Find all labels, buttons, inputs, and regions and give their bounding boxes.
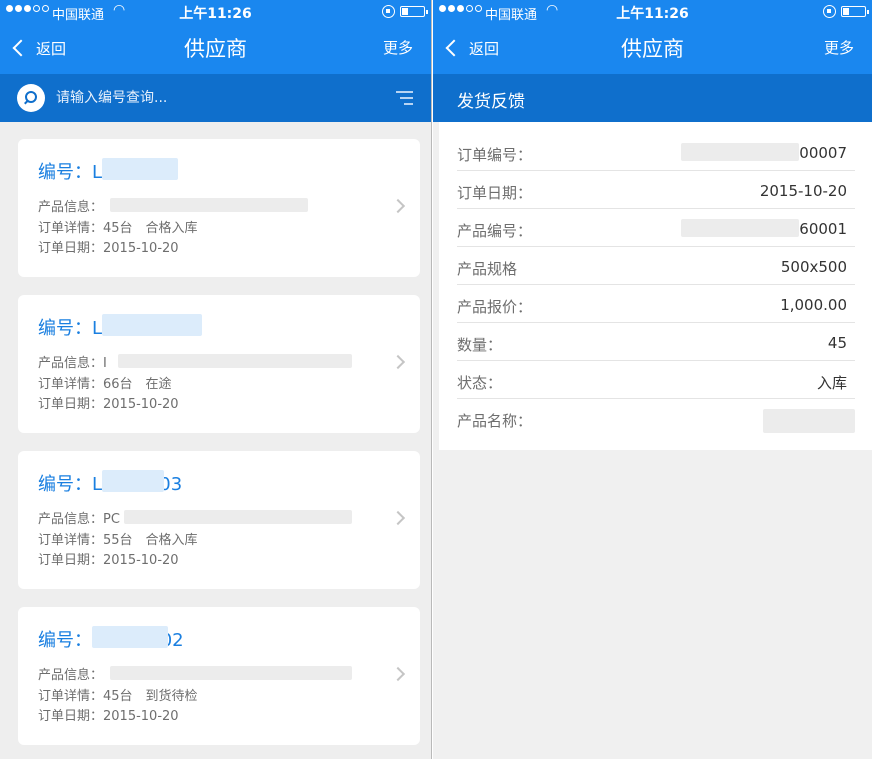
chevron-right-icon [390, 198, 406, 214]
section-title: 发货反馈 [457, 92, 525, 112]
field-row: 订单编号： 00007 [457, 133, 855, 171]
order-date: 订单日期：2015-10-20 [38, 709, 179, 724]
order-list-screen: 中国联通 ◠ 上午11:26 返回 供应商 更多 编号：L200007 产品信息… [0, 0, 432, 759]
redaction-mask [102, 158, 178, 180]
field-row: 产品规格 500x500 [457, 247, 855, 285]
order-detail: 订单详情：45台 合格入库 [38, 221, 198, 236]
field-row: 产品编号： 60001 [457, 209, 855, 247]
field-label: 状态： [457, 374, 503, 392]
status-time: 上午11:26 [179, 6, 252, 22]
field-row: 产品名称： [457, 399, 855, 437]
field-label: 订单编号： [457, 146, 533, 164]
navigation-bar: 中国联通 ◠ 上午11:26 返回 供应商 更多 [433, 0, 872, 74]
rotation-lock-icon [823, 5, 836, 18]
order-detail-screen: 中国联通 ◠ 上午11:26 返回 供应商 更多 发货反馈 订单编号： 0000… [433, 0, 872, 759]
order-detail: 订单详情：45台 到货待检 [38, 689, 198, 704]
field-label: 产品编号： [457, 222, 533, 240]
order-date: 订单日期：2015-10-20 [38, 241, 179, 256]
battery-icon [841, 6, 869, 17]
order-product-info: 产品信息：I [38, 356, 107, 371]
redaction-mask [681, 219, 799, 237]
redaction-mask [102, 470, 164, 492]
chevron-right-icon [390, 666, 406, 682]
field-value: 60001 [799, 220, 847, 238]
redaction-mask [92, 626, 168, 648]
field-row: 状态： 入库 [457, 361, 855, 399]
filter-icon[interactable] [396, 91, 413, 105]
search-input[interactable] [56, 88, 356, 108]
section-header: 发货反馈 [433, 74, 872, 122]
field-label: 数量： [457, 336, 503, 354]
rotation-lock-icon [382, 5, 395, 18]
field-label: 产品名称： [457, 412, 533, 430]
order-date: 订单日期：2015-10-20 [38, 397, 179, 412]
navigation-bar: 中国联通 ◠ 上午11:26 返回 供应商 更多 [0, 0, 431, 74]
field-label: 订单日期： [457, 184, 533, 202]
field-value: 500x500 [780, 258, 847, 276]
redaction-mask [681, 143, 799, 161]
chevron-right-icon [390, 510, 406, 526]
field-label: 产品规格 [457, 260, 518, 278]
page-title: 供应商 [184, 37, 247, 61]
order-card[interactable]: 编号：L0200003 产品信息：PC 订单详情：55台 合格入库 订单日期：2… [18, 451, 420, 589]
search-icon[interactable] [17, 84, 45, 112]
redaction-mask [102, 314, 202, 336]
page-title: 供应商 [621, 37, 684, 61]
redaction-mask [118, 354, 352, 368]
redaction-mask [110, 198, 308, 212]
order-detail: 订单详情：55台 合格入库 [38, 533, 198, 548]
order-card[interactable]: 编号：10200002 产品信息： 订单详情：45台 到货待检 订单日期：201… [18, 607, 420, 745]
field-value: 45 [827, 334, 847, 352]
order-detail: 订单详情：66台 在途 [38, 377, 172, 392]
redaction-mask [110, 666, 352, 680]
more-button[interactable]: 更多 [383, 37, 413, 58]
field-row: 订单日期： 2015-10-20 [457, 171, 855, 209]
field-label: 产品报价： [457, 298, 533, 316]
status-bar: 中国联通 ◠ 上午11:26 [0, 0, 431, 24]
redaction-mask [124, 510, 352, 524]
order-product-info: 产品信息：PC [38, 512, 120, 527]
field-value: 00007 [799, 144, 847, 162]
detail-panel: 订单编号： 00007 订单日期： 2015-10-20 产品编号： 60001… [439, 122, 872, 450]
order-list: 编号：L200007 产品信息： 订单详情：45台 合格入库 订单日期：2015… [0, 122, 431, 759]
field-row: 产品报价： 1,000.00 [457, 285, 855, 323]
chevron-right-icon [390, 354, 406, 370]
order-card[interactable]: 编号：L006 产品信息：I 订单详情：66台 在途 订单日期：2015-10-… [18, 295, 420, 433]
order-card[interactable]: 编号：L200007 产品信息： 订单详情：45台 合格入库 订单日期：2015… [18, 139, 420, 277]
order-product-info: 产品信息： [38, 200, 104, 215]
order-product-info: 产品信息： [38, 668, 104, 683]
field-value: 入库 [816, 374, 847, 392]
battery-icon [400, 6, 428, 17]
more-button[interactable]: 更多 [824, 37, 854, 58]
field-value: 2015-10-20 [759, 182, 847, 200]
search-bar [0, 74, 431, 122]
redaction-mask [763, 409, 855, 433]
field-row: 数量： 45 [457, 323, 855, 361]
status-bar: 中国联通 ◠ 上午11:26 [433, 0, 872, 24]
order-date: 订单日期：2015-10-20 [38, 553, 179, 568]
field-value: 1,000.00 [780, 296, 847, 314]
status-time: 上午11:26 [616, 6, 689, 22]
